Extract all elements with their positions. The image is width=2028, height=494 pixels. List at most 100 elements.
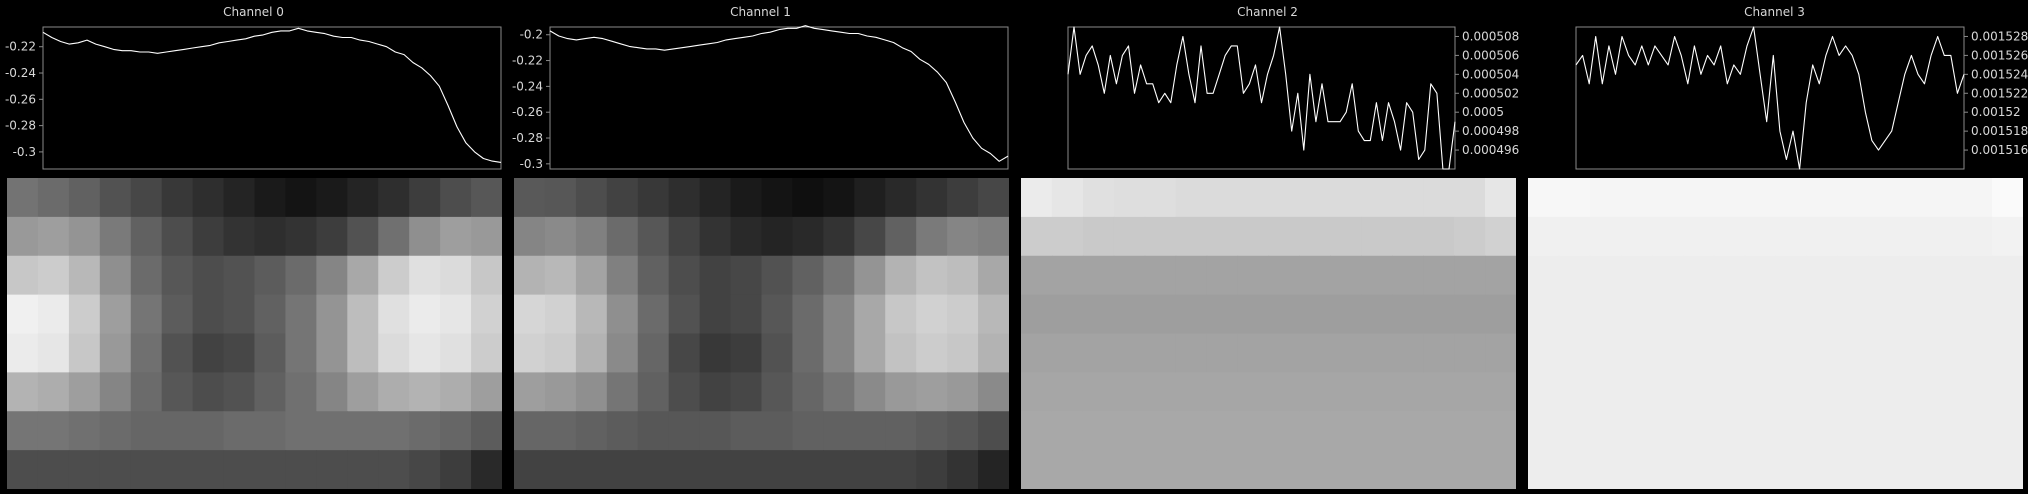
plot-frame [1067,26,1456,170]
heatmap-cell [544,333,577,373]
heatmap-cell [1268,216,1301,257]
heatmap-cell [1021,255,1053,296]
heatmap-cell [68,294,101,335]
heatmap-cell [1930,333,1962,373]
heatmap-cell [854,255,886,296]
heatmap-cell [1361,255,1393,296]
heatmap-cell [68,333,101,373]
heatmap-cell [254,294,287,335]
series-line [1575,26,1965,170]
heatmap-cell [1361,178,1393,218]
y-tick-label: -0.2 [520,28,543,42]
heatmap-cell [1299,411,1331,451]
heatmap-cell [544,178,577,218]
heatmap-cell [99,178,132,218]
y-tick-label: -0.26 [512,105,543,119]
heatmap-cell [68,411,101,451]
heatmap-cell [1899,333,1931,373]
heatmap-cell [192,294,225,335]
heatmap-cell [1868,333,1900,373]
heatmap-cell [1713,450,1746,489]
heatmap-cell [316,372,348,412]
heatmap-cell [1744,372,1777,412]
heatmap-cell [544,216,577,257]
heatmap-cell [1485,178,1516,218]
heatmap-cell [1528,255,1560,296]
heatmap-cell [575,333,608,373]
heatmap-cell [699,255,732,296]
heatmap-cell [285,216,317,257]
heatmap-cell [440,216,472,257]
heatmap-cell [916,333,948,373]
heatmap-cell [823,216,855,257]
heatmap-cell [347,411,379,451]
heatmap-cell [1423,333,1455,373]
heatmap-cell [1651,294,1684,335]
heatmap-cell [223,372,256,412]
heatmap-cell [544,255,577,296]
heatmap-cell [514,255,546,296]
heatmap-cell [192,216,225,257]
heatmap-cell [1682,450,1715,489]
heatmap-cell [606,333,639,373]
heatmap-cell [1992,411,2023,451]
heatmap-cell [192,255,225,296]
heatmap-cell [378,255,410,296]
heatmap-cell [854,178,886,218]
heatmap-cell [854,333,886,373]
heatmap-cell [854,450,886,489]
heatmap-cell [161,294,194,335]
heatmap-cell [1268,294,1301,335]
heatmap-cell [1175,178,1208,218]
heatmap-cell [1868,178,1900,218]
heatmap-cell [130,255,163,296]
heatmap-cell [606,372,639,412]
heatmap-cell [575,178,608,218]
heatmap-cell [99,333,132,373]
heatmap-cell [1744,255,1777,296]
heatmap-cell [1620,216,1653,257]
heatmap-cell [316,216,348,257]
heatmap-cell [1423,255,1455,296]
heatmap-cell [947,372,979,412]
heatmap-cell [37,255,70,296]
y-tick-label: -0.22 [5,40,36,54]
heatmap-cell [223,333,256,373]
heatmap-cell [1206,450,1239,489]
heatmap-cell [916,372,948,412]
heatmap-cell [1806,216,1838,257]
heatmap-cell [1558,450,1591,489]
heatmap-cell [1175,333,1208,373]
heatmap-cell [1868,294,1900,335]
heatmap-cell [1806,333,1838,373]
line-chart: -0.22 -0.24 -0.26 -0.28 -0.3 [5,26,502,170]
heatmap-cell [316,333,348,373]
heatmap-cell [68,450,101,489]
heatmap-cell [761,294,794,335]
heatmap-cell [471,216,502,257]
heatmap-cell [409,372,441,412]
heatmap-cell [514,294,546,335]
heatmap-cell [1330,411,1362,451]
heatmap-cell [1206,178,1239,218]
heatmap-cell [1899,178,1931,218]
heatmap-cell [1837,411,1869,451]
heatmap-cell [1651,333,1684,373]
heatmap-cell [1268,411,1301,451]
series-line [42,27,502,163]
heatmap-cell [1992,372,2023,412]
heatmap-cell [316,294,348,335]
heatmap-cell [37,411,70,451]
heatmap-cell [761,333,794,373]
heatmap-cell [409,178,441,218]
heatmap-cell [668,450,701,489]
heatmap-cell [637,411,670,451]
heatmap-cell [514,372,546,412]
heatmap-cell [1051,294,1084,335]
heatmap-cell [637,216,670,257]
heatmap-cell [130,216,163,257]
heatmap-cell [347,255,379,296]
heatmap-cell [792,178,824,218]
heatmap-cell [285,178,317,218]
heatmap-cell [130,294,163,335]
